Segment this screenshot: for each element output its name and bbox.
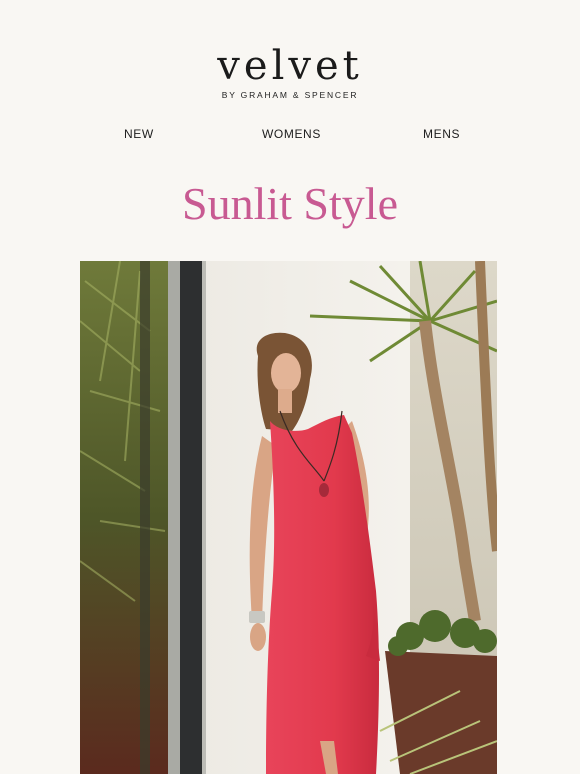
hero-image[interactable] bbox=[80, 261, 497, 774]
brand-tagline: BY GRAHAM & SPENCER bbox=[221, 90, 359, 100]
campaign-headline: Sunlit Style bbox=[182, 178, 398, 229]
nav-link-mens[interactable]: MENS bbox=[423, 127, 460, 141]
email-page: velvet BY GRAHAM & SPENCER NEW WOMENS ME… bbox=[0, 0, 580, 774]
brand-logo[interactable]: velvet bbox=[0, 42, 580, 90]
main-nav: NEW WOMENS MENS bbox=[0, 127, 580, 143]
nav-link-womens[interactable]: WOMENS bbox=[262, 127, 321, 141]
nav-link-new[interactable]: NEW bbox=[124, 127, 154, 141]
